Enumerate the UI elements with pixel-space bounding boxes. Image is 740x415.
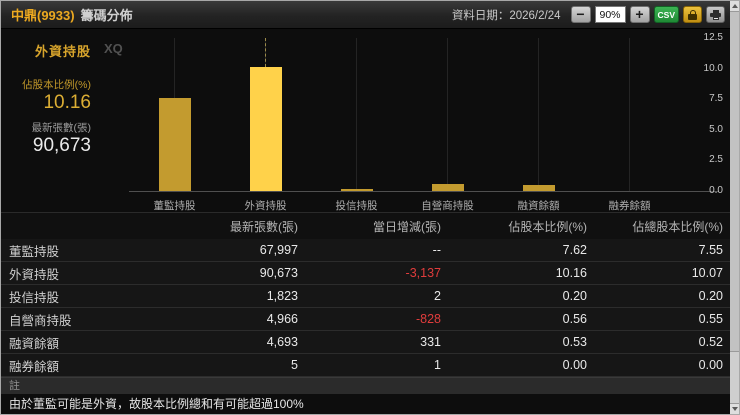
hover-info-panel: 外資持股 佔股本比例(%) 10.16 最新張數(張) 90,673 (1, 41, 91, 157)
x-axis-label: 外資持股 (244, 200, 287, 212)
x-axis-label: 投信持股 (335, 200, 378, 212)
cell-daily-change: -- (432, 243, 441, 257)
chart-plot: 董監持股 外資持股 投信持股 自營商持股 融資餘額 融券餘額 (129, 38, 675, 212)
cell-daily-change: 2 (434, 289, 441, 303)
scrollbar-down-arrow[interactable] (730, 403, 739, 414)
header-cell: 當日增減(張) (373, 219, 441, 234)
x-axis-label: 董監持股 (153, 200, 196, 212)
y-axis-tick: 0.0 (709, 185, 723, 196)
chart-bar-4[interactable] (431, 184, 464, 191)
x-axis-label: 融資餘額 (517, 200, 560, 212)
ratio-value: 10.16 (43, 92, 91, 113)
y-axis-tick: 5.0 (709, 123, 723, 135)
scrollbar-up-arrow[interactable] (730, 1, 739, 12)
chart-region: 外資持股 佔股本比例(%) 10.16 最新張數(張) 90,673 XQ 董監… (1, 29, 739, 212)
lock-button[interactable] (683, 6, 702, 23)
cell-latest-shares: 4,693 (266, 335, 298, 349)
table-row: 投信持股 1,823 2 0.20 0.20 (1, 285, 730, 308)
chip-distribution-window: 中鼎(9933) 籌碼分佈 資料日期：2026/2/24 − + CSV 外資持股… (0, 0, 740, 415)
row-label: 投信持股 (9, 290, 60, 305)
note-header: 註 (1, 377, 730, 394)
x-axis-line (129, 191, 719, 192)
y-axis-tick: 7.5 (709, 93, 723, 105)
hovered-category-name: 外資持股 (34, 44, 91, 59)
cell-daily-change: 1 (434, 358, 441, 372)
category-gridline (447, 38, 448, 191)
title-bar: 中鼎(9933) 籌碼分佈 資料日期：2026/2/24 − + CSV (1, 1, 739, 29)
cell-total-capital-ratio: 10.07 (691, 266, 723, 280)
cell-total-capital-ratio: 0.00 (698, 358, 723, 372)
category-gridline (629, 38, 630, 191)
header-cell: 最新張數(張) (230, 219, 298, 234)
page-title: 中鼎(9933) 籌碼分佈 (11, 5, 133, 24)
table-row: 融資餘額 4,693 331 0.53 0.52 (1, 331, 730, 354)
x-axis-label: 自營商持股 (421, 200, 474, 212)
row-label: 自營商持股 (9, 313, 72, 328)
row-label: 董監持股 (9, 244, 60, 259)
row-label: 外資持股 (9, 267, 60, 282)
data-date-label: 資料日期：2026/2/24 (451, 9, 561, 22)
scrollbar-thumb[interactable] (730, 12, 739, 352)
table-header-row: 最新張數(張) 當日增減(張) 佔股本比例(%) 佔總股本比例(%) (1, 213, 730, 239)
zoom-in-button[interactable]: + (629, 6, 650, 23)
cell-latest-shares: 5 (291, 358, 298, 372)
printer-icon (710, 9, 721, 20)
row-label: 融券餘額 (9, 359, 60, 374)
y-axis-tick: 12.5 (703, 32, 723, 43)
note-text: 由於董監可能是外資，故股本比例總和有可能超過100% (1, 394, 730, 414)
xq-watermark: XQ (104, 41, 123, 56)
selection-crosshair-line (265, 38, 266, 67)
x-axis-label: 融券餘額 (608, 200, 651, 212)
triangle-down-icon (731, 407, 738, 411)
cell-total-capital-ratio: 0.52 (698, 335, 723, 349)
table-body: 董監持股 67,997 -- 7.62 7.55 外資持股 90,673 -3,137 10.1… (1, 239, 730, 377)
table-row: 董監持股 67,997 -- 7.62 7.55 (1, 239, 730, 262)
y-axis-tick: 2.5 (709, 154, 723, 166)
chart-bar-2[interactable] (249, 67, 282, 191)
cell-daily-change: 331 (420, 335, 441, 349)
cell-latest-shares: 67,997 (259, 243, 298, 257)
lock-icon (688, 9, 697, 20)
ratio-label: 佔股本比例(%) (22, 79, 91, 91)
cell-total-capital-ratio: 7.55 (698, 243, 723, 257)
header-cell: 佔股本比例(%) (508, 219, 587, 234)
shares-label: 最新張數(張) (31, 122, 92, 134)
cell-daily-change: -3,137 (405, 266, 441, 280)
cell-latest-shares: 1,823 (266, 289, 298, 303)
shares-value: 90,673 (32, 135, 91, 156)
cell-capital-ratio: 0.00 (562, 358, 587, 372)
row-label: 融資餘額 (9, 336, 60, 351)
cell-capital-ratio: 0.53 (562, 335, 587, 349)
toolbar: 資料日期：2026/2/24 − + CSV (452, 6, 725, 23)
cell-latest-shares: 90,673 (259, 266, 298, 280)
cell-capital-ratio: 10.16 (555, 266, 587, 280)
header-cell: 佔總股本比例(%) (632, 219, 723, 234)
triangle-up-icon (731, 4, 738, 8)
category-gridline (538, 38, 539, 191)
csv-export-button[interactable]: CSV (653, 6, 679, 23)
cell-capital-ratio: 7.62 (562, 243, 587, 257)
cell-capital-ratio: 0.20 (562, 289, 587, 303)
table-row: 外資持股 90,673 -3,137 10.16 10.07 (1, 262, 730, 285)
cell-daily-change: -828 (415, 312, 441, 326)
category-gridline (356, 38, 357, 191)
print-button[interactable] (706, 6, 725, 23)
cell-latest-shares: 4,966 (266, 312, 298, 326)
cell-capital-ratio: 0.56 (562, 312, 587, 326)
table-row: 融券餘額 5 1 0.00 0.00 (1, 354, 730, 377)
cell-total-capital-ratio: 0.55 (698, 312, 723, 326)
zoom-out-button[interactable]: − (570, 6, 591, 23)
chart-bar-1[interactable] (158, 98, 191, 191)
y-axis: 12.5 10.0 7.5 5.0 2.5 0.0 (685, 32, 723, 196)
y-axis-tick: 10.0 (703, 62, 723, 74)
cell-total-capital-ratio: 0.20 (698, 289, 723, 303)
holdings-table: 最新張數(張) 當日增減(張) 佔股本比例(%) 佔總股本比例(%) 董監持股 67,9… (1, 212, 730, 377)
page-title-suffix: 籌碼分佈 (80, 8, 133, 23)
vertical-scrollbar[interactable] (730, 1, 739, 414)
stock-symbol: 中鼎(9933) (11, 8, 75, 23)
table-row: 自營商持股 4,966 -828 0.56 0.55 (1, 308, 730, 331)
zoom-level-input[interactable] (594, 6, 626, 23)
